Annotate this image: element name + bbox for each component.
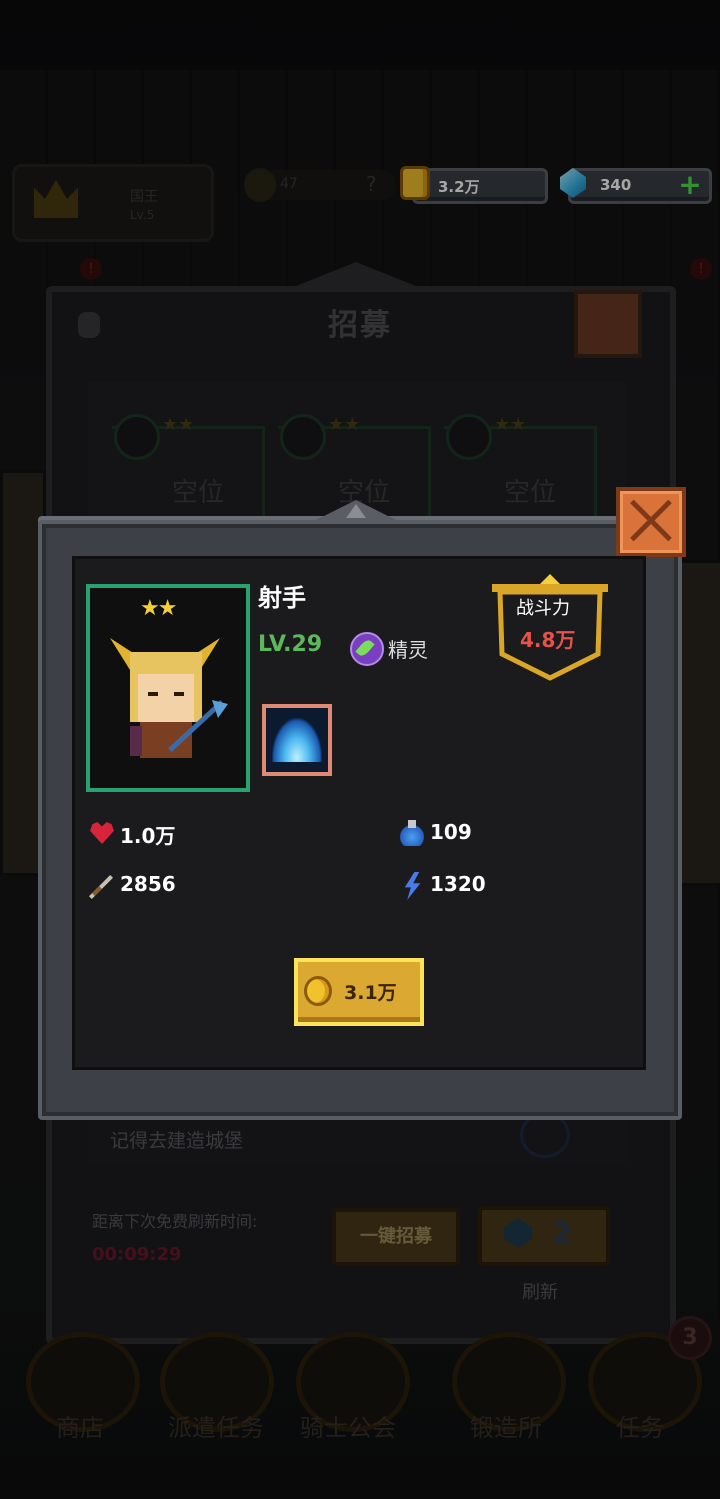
sword-icon: [88, 874, 114, 900]
hero-level: LV.29: [258, 632, 323, 657]
hero-name: 射手: [258, 584, 306, 612]
combat-power-value: 4.8万: [520, 628, 576, 652]
combat-power-label: 战斗力: [516, 598, 570, 619]
hero-skill-slot[interactable]: [262, 704, 332, 776]
speed-value: 1320: [430, 872, 486, 896]
blue-flame-skill-icon: [272, 718, 322, 762]
price-coin-icon: [304, 976, 332, 1006]
mana-value: 109: [430, 820, 472, 844]
hero-race: 精灵: [388, 638, 428, 662]
hero-stars: ★★: [140, 596, 177, 621]
recruit-price: 3.1万: [344, 982, 397, 1004]
hp-value: 1.0万: [120, 824, 176, 848]
elf-race-icon: [350, 632, 384, 666]
modal-close-button[interactable]: [616, 487, 686, 557]
attack-value: 2856: [120, 872, 176, 896]
mana-potion-icon: [400, 820, 424, 846]
elf-archer-sprite: [110, 638, 228, 758]
